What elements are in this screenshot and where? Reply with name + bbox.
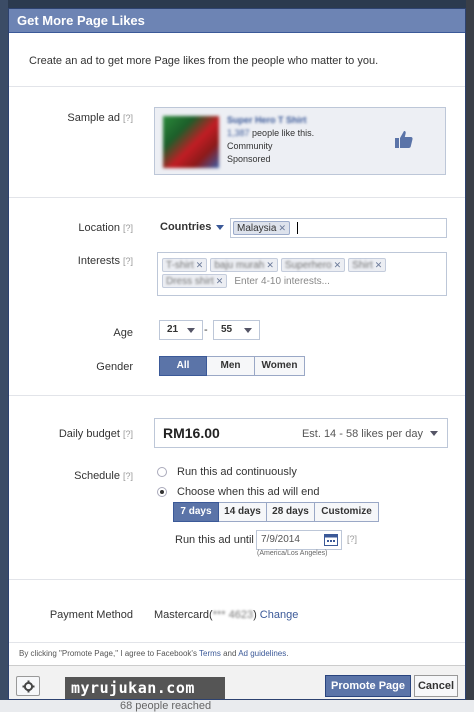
payment-method: Mastercard(*** 4623) Change bbox=[154, 609, 299, 621]
budget-estimate: Est. 14 - 58 likes per day bbox=[301, 428, 423, 440]
duration-14-days-button[interactable]: 14 days bbox=[219, 502, 267, 522]
ad-category: Community bbox=[227, 141, 273, 151]
watermark: myrujukan.com bbox=[65, 677, 225, 699]
settings-button[interactable] bbox=[16, 676, 40, 696]
run-until-label: Run this ad until bbox=[175, 534, 254, 546]
location-input[interactable]: Malaysia ✕ bbox=[230, 218, 447, 238]
interest-token[interactable]: Superhero ✕ bbox=[280, 258, 346, 272]
interest-token[interactable]: baju murah ✕ bbox=[210, 258, 278, 272]
change-payment-link[interactable]: Change bbox=[260, 609, 299, 621]
duration-customize-button[interactable]: Customize bbox=[315, 502, 379, 522]
dialog-intro: Create an ad to get more Page likes from… bbox=[29, 55, 379, 67]
gender-all-button[interactable]: All bbox=[159, 356, 207, 376]
interests-input[interactable]: T-shirt ✕ baju murah ✕ Superhero ✕ Shirt ✕ Dres… bbox=[157, 252, 447, 296]
thumbs-up-icon bbox=[395, 131, 413, 148]
duration-28-days-button[interactable]: 28 days bbox=[267, 502, 315, 522]
close-icon[interactable]: ✕ bbox=[334, 260, 342, 270]
timezone-text: (America/Los Angeles) bbox=[257, 550, 328, 557]
background-reached-text: 68 people reached bbox=[0, 700, 474, 712]
gender-men-button[interactable]: Men bbox=[207, 356, 255, 376]
daily-budget-dropdown[interactable]: RM16.00 Est. 14 - 58 likes per day bbox=[154, 418, 448, 448]
ad-sponsored: Sponsored bbox=[227, 154, 271, 164]
duration-7-days-button[interactable]: 7 days bbox=[173, 502, 219, 522]
help-icon[interactable]: [?] bbox=[123, 256, 133, 266]
interests-label: Interests [?] bbox=[77, 255, 133, 267]
ad-likes-count: 1,387 bbox=[227, 128, 250, 138]
promote-page-button[interactable]: Promote Page bbox=[325, 675, 411, 697]
ad-page-name: Super Hero T Shirt bbox=[227, 115, 307, 125]
interests-placeholder: Enter 4-10 interests... bbox=[234, 275, 330, 287]
background-page-right bbox=[466, 0, 474, 712]
run-continuously-label[interactable]: Run this ad continuously bbox=[177, 466, 297, 478]
age-max-dropdown[interactable]: 55 bbox=[213, 320, 260, 340]
age-label: Age bbox=[113, 327, 133, 339]
schedule-label: Schedule [?] bbox=[74, 470, 133, 482]
gender-selector: All Men Women bbox=[159, 356, 305, 376]
ad-image bbox=[163, 116, 219, 168]
chevron-down-icon bbox=[187, 328, 195, 333]
gender-label: Gender bbox=[96, 361, 133, 373]
close-icon[interactable]: ✕ bbox=[216, 276, 224, 286]
divider bbox=[9, 197, 465, 198]
choose-end-label[interactable]: Choose when this ad will end bbox=[177, 486, 319, 498]
close-icon[interactable]: ✕ bbox=[375, 260, 383, 270]
interest-token[interactable]: Shirt ✕ bbox=[348, 258, 387, 272]
terms-link[interactable]: Terms bbox=[199, 649, 221, 658]
close-icon[interactable]: ✕ bbox=[196, 260, 204, 270]
sample-ad-preview: Super Hero T Shirt 1,387 people like thi… bbox=[154, 107, 446, 175]
close-icon[interactable]: ✕ bbox=[278, 223, 286, 233]
chevron-down-icon bbox=[430, 431, 438, 436]
chevron-down-icon bbox=[216, 224, 225, 230]
help-icon[interactable]: [?] bbox=[123, 223, 133, 233]
duration-selector: 7 days 14 days 28 days Customize bbox=[173, 502, 379, 522]
ad-guidelines-link[interactable]: Ad guidelines bbox=[238, 649, 286, 658]
location-label: Location [?] bbox=[78, 222, 133, 234]
gear-icon bbox=[22, 680, 35, 693]
chevron-down-icon bbox=[244, 328, 252, 333]
dialog-footer: myrujukan.com Promote Page Cancel bbox=[9, 665, 465, 699]
end-date-input[interactable]: 7/9/2014 bbox=[256, 530, 342, 550]
terms-text: By clicking "Promote Page," I agree to F… bbox=[9, 642, 465, 664]
help-icon[interactable]: [?] bbox=[123, 429, 133, 439]
divider bbox=[9, 579, 465, 580]
help-icon[interactable]: [?] bbox=[347, 534, 357, 544]
payment-label: Payment Method bbox=[49, 609, 133, 621]
age-separator: - bbox=[204, 324, 208, 336]
radio-choose-end[interactable] bbox=[157, 487, 167, 497]
text-cursor bbox=[297, 222, 299, 235]
help-icon[interactable]: [?] bbox=[123, 113, 133, 123]
calendar-icon[interactable] bbox=[324, 533, 338, 546]
ad-likes-text: people like this. bbox=[252, 128, 315, 138]
location-type-dropdown[interactable]: Countries bbox=[160, 221, 225, 233]
age-min-dropdown[interactable]: 21 bbox=[159, 320, 203, 340]
interest-token[interactable]: Dress shirt ✕ bbox=[162, 274, 228, 288]
background-page-left bbox=[0, 0, 8, 712]
dialog-title: Get More Page Likes bbox=[9, 9, 465, 33]
interest-token[interactable]: T-shirt ✕ bbox=[162, 258, 208, 272]
help-icon[interactable]: [?] bbox=[123, 471, 133, 481]
sample-ad-label: Sample ad [?] bbox=[67, 112, 133, 124]
gender-women-button[interactable]: Women bbox=[255, 356, 305, 376]
divider bbox=[9, 395, 465, 396]
card-number: *** 4623 bbox=[212, 609, 254, 621]
budget-amount: RM16.00 bbox=[163, 425, 220, 441]
radio-run-continuously[interactable] bbox=[157, 467, 167, 477]
location-token[interactable]: Malaysia ✕ bbox=[233, 221, 291, 235]
close-icon[interactable]: ✕ bbox=[266, 260, 274, 270]
cancel-button[interactable]: Cancel bbox=[414, 675, 458, 697]
budget-label: Daily budget [?] bbox=[58, 428, 133, 440]
promote-page-dialog: Get More Page Likes Create an ad to get … bbox=[8, 8, 466, 700]
divider bbox=[9, 86, 465, 87]
